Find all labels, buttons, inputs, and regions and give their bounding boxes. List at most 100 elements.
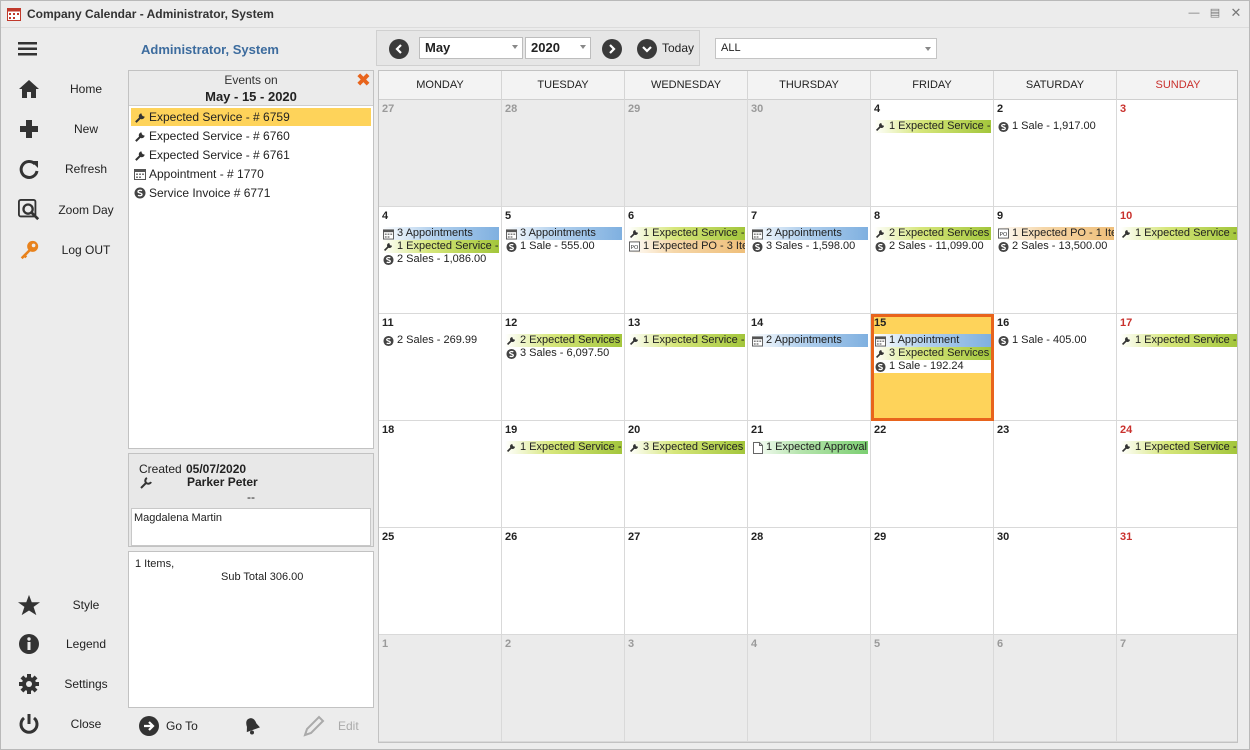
month-select[interactable]: May	[419, 37, 523, 59]
calendar-day-cell[interactable]: 8 2 Expected Services 2 Sales - 11,099.00	[871, 207, 994, 314]
calendar-day-cell[interactable]: 24 1 Expected Service - #	[1117, 421, 1237, 528]
calendar-event-svc[interactable]: 1 Expected Service - #	[1120, 227, 1237, 240]
next-month-button[interactable]	[602, 39, 622, 59]
calendar-day-cell[interactable]: 18	[379, 421, 502, 528]
calendar-day-cell[interactable]: 4 3 Appointments 1 Expected Service - #2 S…	[379, 207, 502, 314]
calendar-event-sale[interactable]: 1 Sale - 405.00	[997, 334, 1114, 347]
calendar-day-cell[interactable]: 5 3 Appointments 1 Sale - 555.00	[502, 207, 625, 314]
calendar-event-apt[interactable]: 2 Appointments	[751, 227, 868, 240]
calendar-event-svc[interactable]: 1 Expected Service - #	[382, 240, 499, 253]
calendar-event-po[interactable]: PO 1 Expected PO - 3 Items	[628, 240, 745, 253]
nav-new-button[interactable]: New	[1, 112, 126, 146]
filter-select[interactable]: ALL	[715, 38, 937, 59]
calendar-event-svc[interactable]: 1 Expected Service - #	[1120, 441, 1237, 454]
calendar-day-cell[interactable]: 11 2 Sales - 269.99	[379, 314, 502, 421]
calendar-day-cell[interactable]: 26	[502, 528, 625, 635]
calendar-event-apt[interactable]: 3 Appointments	[505, 227, 622, 240]
calendar-event-svc[interactable]: 2 Expected Services	[505, 334, 622, 347]
calendar-day-cell[interactable]: 3	[625, 635, 748, 742]
calendar-event-svc[interactable]: 3 Expected Services	[628, 441, 745, 454]
nav-close-button[interactable]: Close	[1, 707, 126, 741]
calendar-day-cell[interactable]: 7 2 Appointments 3 Sales - 1,598.00	[748, 207, 871, 314]
nav-legend-button[interactable]: Legend	[1, 627, 126, 661]
calendar-day-cell[interactable]: 6 1 Expected Service - # PO 1 Expected PO -…	[625, 207, 748, 314]
calendar-day-cell[interactable]: 28	[502, 100, 625, 207]
previous-month-button[interactable]	[389, 39, 409, 59]
calendar-day-cell[interactable]: 9 PO 1 Expected PO - 1 Items2 Sales - 13,5…	[994, 207, 1117, 314]
calendar-day-cell[interactable]: 16 1 Sale - 405.00	[994, 314, 1117, 421]
calendar-day-cell[interactable]: 19 1 Expected Service - #	[502, 421, 625, 528]
calendar-day-cell[interactable]: 2 1 Sale - 1,917.00	[994, 100, 1117, 207]
calendar-event-sale[interactable]: 2 Sales - 1,086.00	[382, 253, 499, 266]
calendar-day-cell[interactable]: 25	[379, 528, 502, 635]
calendar-day-cell[interactable]: 28	[748, 528, 871, 635]
calendar-event-apv[interactable]: 1 Expected Approval	[751, 441, 868, 454]
calendar-event-svc[interactable]: 1 Expected Service - #	[874, 120, 991, 133]
maximize-icon[interactable]: ▤	[1206, 5, 1224, 21]
calendar-day-cell[interactable]: 4	[748, 635, 871, 742]
calendar-event-apt[interactable]: 1 Appointment	[874, 334, 991, 347]
calendar-event-svc[interactable]: 1 Expected Service - #	[505, 441, 622, 454]
event-list-item[interactable]: Expected Service - # 6761	[131, 146, 371, 164]
nav-home-button[interactable]: Home	[1, 72, 126, 106]
calendar-event-sale[interactable]: 2 Sales - 13,500.00	[997, 240, 1114, 253]
edit-button[interactable]: Edit	[300, 714, 370, 738]
minimize-icon[interactable]: —	[1185, 5, 1203, 21]
calendar-day-cell[interactable]: 3	[1117, 100, 1237, 207]
nav-zoom-day-button[interactable]: Zoom Day	[1, 193, 126, 227]
nav-logout-button[interactable]: Log OUT	[1, 233, 126, 267]
calendar-event-svc[interactable]: 1 Expected Service - #	[1120, 334, 1237, 347]
event-list-item[interactable]: Expected Service - # 6759	[131, 108, 371, 126]
calendar-day-cell[interactable]: 4 1 Expected Service - #	[871, 100, 994, 207]
hamburger-menu-button[interactable]	[1, 34, 126, 64]
calendar-day-cell[interactable]: 29	[625, 100, 748, 207]
today-label[interactable]: Today	[662, 41, 694, 55]
calendar-event-apt[interactable]: 3 Appointments	[382, 227, 499, 240]
close-window-icon[interactable]: ✕	[1227, 5, 1245, 21]
calendar-event-sale[interactable]: 3 Sales - 1,598.00	[751, 240, 868, 253]
calendar-event-sale[interactable]: 2 Sales - 269.99	[382, 334, 499, 347]
nav-style-button[interactable]: Style	[1, 588, 126, 622]
calendar-day-cell[interactable]: 30	[748, 100, 871, 207]
event-list-item[interactable]: Expected Service - # 6760	[131, 127, 371, 145]
calendar-day-cell-today[interactable]: 15 1 Appointment 3 Expected Services 1 Sale…	[871, 314, 994, 421]
today-button[interactable]	[637, 39, 657, 59]
calendar-event-sale[interactable]: 3 Sales - 6,097.50	[505, 347, 622, 360]
event-list-item[interactable]: Appointment - # 1770	[131, 165, 371, 183]
calendar-event-sale[interactable]: 1 Sale - 192.24	[874, 360, 991, 373]
calendar-event-sale[interactable]: 1 Sale - 1,917.00	[997, 120, 1114, 133]
calendar-day-cell[interactable]: 21 1 Expected Approval	[748, 421, 871, 528]
calendar-event-svc[interactable]: 3 Expected Services	[874, 347, 991, 360]
calendar-event-sale[interactable]: 2 Sales - 11,099.00	[874, 240, 991, 253]
calendar-day-cell[interactable]: 1	[379, 635, 502, 742]
calendar-day-cell[interactable]: 17 1 Expected Service - #	[1117, 314, 1237, 421]
calendar-event-apt[interactable]: 2 Appointments	[751, 334, 868, 347]
calendar-day-cell[interactable]: 31	[1117, 528, 1237, 635]
calendar-day-cell[interactable]: 13 1 Expected Service - #	[625, 314, 748, 421]
calendar-day-cell[interactable]: 5	[871, 635, 994, 742]
calendar-event-svc[interactable]: 1 Expected Service - #	[628, 227, 745, 240]
go-to-button[interactable]: Go To	[136, 714, 226, 738]
calendar-event-sale[interactable]: 1 Sale - 555.00	[505, 240, 622, 253]
close-panel-icon[interactable]: ✖	[356, 71, 371, 89]
calendar-day-cell[interactable]: 10 1 Expected Service - #	[1117, 207, 1237, 314]
calendar-day-cell[interactable]: 7	[1117, 635, 1237, 742]
calendar-day-cell[interactable]: 27	[379, 100, 502, 207]
calendar-day-cell[interactable]: 20 3 Expected Services	[625, 421, 748, 528]
year-select[interactable]: 2020	[525, 37, 591, 59]
calendar-event-svc[interactable]: 2 Expected Services	[874, 227, 991, 240]
calendar-event-po[interactable]: PO 1 Expected PO - 1 Items	[997, 227, 1114, 240]
calendar-day-cell[interactable]: 30	[994, 528, 1117, 635]
calendar-day-cell[interactable]: 12 2 Expected Services 3 Sales - 6,097.50	[502, 314, 625, 421]
calendar-event-svc[interactable]: 1 Expected Service - #	[628, 334, 745, 347]
calendar-day-cell[interactable]: 22	[871, 421, 994, 528]
calendar-day-cell[interactable]: 29	[871, 528, 994, 635]
nav-refresh-button[interactable]: Refresh	[1, 152, 126, 186]
calendar-day-cell[interactable]: 2	[502, 635, 625, 742]
calendar-day-cell[interactable]: 14 2 Appointments	[748, 314, 871, 421]
calendar-day-cell[interactable]: 23	[994, 421, 1117, 528]
nav-settings-button[interactable]: Settings	[1, 667, 126, 701]
calendar-day-cell[interactable]: 6	[994, 635, 1117, 742]
bell-icon[interactable]	[242, 716, 262, 736]
calendar-day-cell[interactable]: 27	[625, 528, 748, 635]
